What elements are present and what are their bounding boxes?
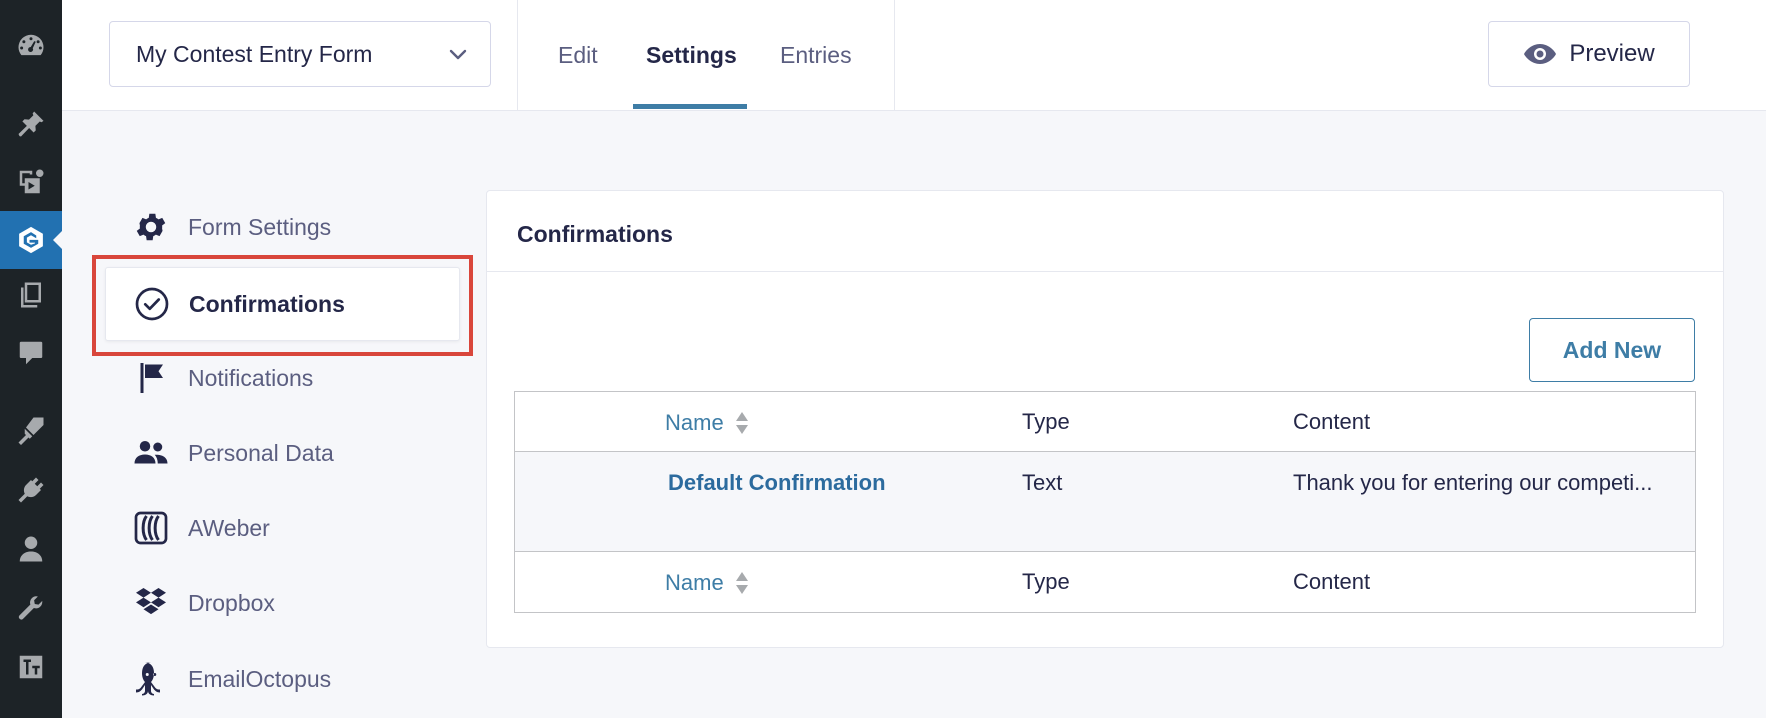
nav-personal-data[interactable]: Personal Data	[105, 416, 460, 490]
column-footer-type: Type	[1022, 569, 1070, 594]
eye-icon	[1524, 44, 1557, 64]
form-selector-label: My Contest Entry Form	[136, 40, 373, 67]
octopus-icon	[132, 660, 170, 698]
sort-icon	[734, 409, 750, 437]
confirmation-type: Text	[1022, 470, 1063, 495]
aweber-icon	[132, 509, 170, 547]
sort-icon	[734, 569, 750, 597]
column-footer-name[interactable]: Name	[665, 569, 750, 597]
column-header-label: Name	[665, 410, 724, 435]
confirmations-table: Name Type Content Default Confirmation T…	[514, 391, 1696, 613]
confirmation-content: Thank you for entering our competi...	[1293, 470, 1653, 495]
header-divider	[517, 0, 518, 110]
preview-button[interactable]: Preview	[1488, 21, 1690, 87]
nav-emailoctopus[interactable]: EmailOctopus	[105, 642, 460, 716]
header-divider	[894, 0, 895, 110]
plugins-icon[interactable]	[0, 461, 62, 519]
preview-label: Preview	[1569, 40, 1655, 67]
nav-label: AWeber	[188, 514, 270, 541]
panel-divider	[487, 271, 1723, 272]
form-selector[interactable]: My Contest Entry Form	[109, 21, 491, 87]
appearance-icon[interactable]	[0, 401, 62, 459]
settings-icon[interactable]	[0, 638, 62, 696]
form-header: My Contest Entry Form Edit Settings Entr…	[62, 0, 1766, 111]
dropbox-icon	[132, 584, 170, 622]
add-new-button[interactable]: Add New	[1529, 318, 1695, 382]
table-footer-row: Name Type Content	[515, 552, 1695, 612]
pages-icon[interactable]	[0, 266, 62, 324]
tab-entries[interactable]: Entries	[780, 0, 852, 110]
nav-label: Notifications	[188, 364, 314, 391]
nav-form-settings[interactable]: Form Settings	[105, 190, 460, 264]
pin-icon[interactable]	[0, 95, 62, 153]
people-icon	[132, 434, 170, 472]
tab-edit[interactable]: Edit	[558, 0, 598, 110]
nav-label: Personal Data	[188, 439, 334, 466]
dashboard-icon[interactable]	[0, 17, 62, 75]
gear-icon	[132, 208, 170, 246]
users-icon[interactable]	[0, 520, 62, 578]
table-header-row: Name Type Content	[515, 392, 1695, 452]
nav-label: Dropbox	[188, 589, 275, 616]
column-header-type: Type	[1022, 409, 1070, 434]
table-row: Default Confirmation Text Thank you for …	[515, 452, 1695, 552]
column-footer-content: Content	[1293, 569, 1371, 594]
tab-settings[interactable]: Settings	[646, 0, 737, 110]
nav-aweber[interactable]: AWeber	[105, 491, 460, 565]
gravityforms-icon[interactable]	[0, 211, 62, 269]
panel-title: Confirmations	[517, 221, 673, 247]
column-header-name[interactable]: Name	[665, 409, 750, 437]
nav-dropbox[interactable]: Dropbox	[105, 566, 460, 640]
confirmations-panel: Confirmations Add New Name Type Content …	[486, 190, 1724, 648]
comments-icon[interactable]	[0, 324, 62, 382]
active-tab-indicator	[633, 104, 747, 109]
nav-label: Form Settings	[188, 213, 332, 240]
confirmation-name-link[interactable]: Default Confirmation	[668, 470, 886, 496]
nav-label: EmailOctopus	[188, 665, 332, 692]
wp-admin-sidebar	[0, 0, 62, 718]
flag-icon	[132, 359, 170, 397]
media-icon[interactable]	[0, 153, 62, 211]
nav-notifications[interactable]: Notifications	[105, 341, 460, 415]
column-footer-label: Name	[665, 570, 724, 595]
column-header-content: Content	[1293, 409, 1371, 434]
tools-icon[interactable]	[0, 580, 62, 638]
chevron-down-icon	[449, 49, 467, 60]
